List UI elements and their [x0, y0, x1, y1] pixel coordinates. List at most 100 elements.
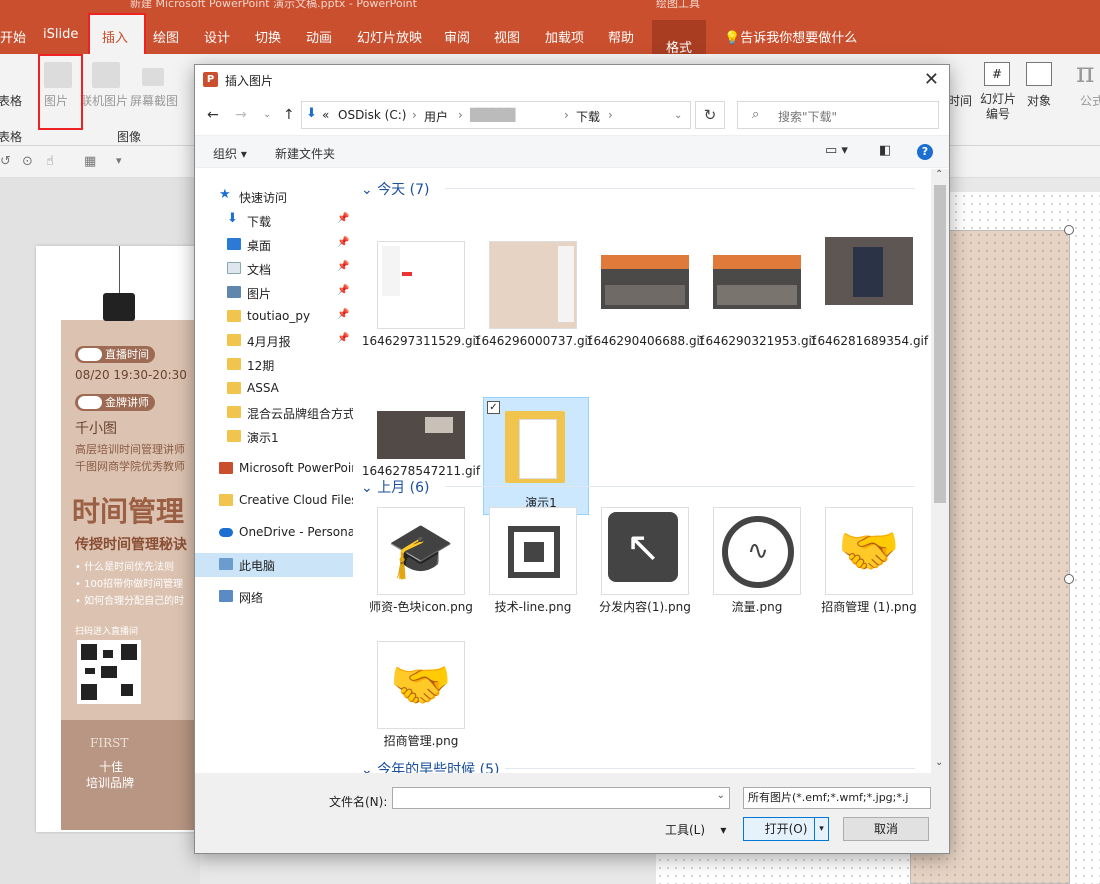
path-user-blurred[interactable]: ██████: [470, 108, 515, 122]
nav-network[interactable]: 网络: [195, 585, 353, 609]
creative-cloud-folder-icon: [219, 494, 233, 506]
file-name: 流量.png: [731, 600, 783, 614]
file-name: 分发内容(1).png: [599, 600, 691, 614]
tab-animations[interactable]: 动画: [306, 27, 332, 46]
new-folder-button[interactable]: 新建文件夹: [275, 145, 335, 162]
slide-number-label[interactable]: 幻灯片 编号: [980, 92, 1016, 122]
desktop-icon: [227, 238, 241, 250]
nav-item-pictures[interactable]: 图片 📌: [195, 281, 353, 305]
refresh-icon[interactable]: ↻: [695, 101, 725, 129]
file-thumbnail: [713, 255, 801, 309]
close-button[interactable]: ✕: [924, 69, 939, 90]
open-button[interactable]: 打开(O) ▾: [743, 817, 829, 841]
preview-icon[interactable]: ⊙: [22, 154, 33, 169]
file-thumbnail: [377, 241, 465, 329]
organize-button[interactable]: 组织 ▾: [213, 145, 247, 162]
folder-icon: [505, 411, 565, 483]
nav-creative-cloud[interactable]: Creative Cloud Files: [195, 489, 353, 513]
tab-help[interactable]: 帮助: [608, 27, 634, 46]
nav-item-hybrid-cloud[interactable]: 混合云品牌组合方式: [195, 401, 353, 425]
nav-label: Microsoft PowerPoint: [239, 461, 353, 475]
screenshot-label[interactable]: 屏幕截图: [130, 92, 178, 109]
object-label[interactable]: 对象: [1027, 92, 1051, 109]
preview-pane-icon[interactable]: ◧: [879, 143, 891, 158]
up-arrow-icon[interactable]: ↑: [283, 107, 295, 123]
datetime-label[interactable]: 时间: [948, 92, 972, 109]
lightbulb-icon: 💡: [724, 31, 741, 46]
touch-icon[interactable]: ☝: [46, 154, 54, 169]
speaker-name: 千小图: [75, 421, 117, 437]
nav-item-12[interactable]: 12期: [195, 353, 353, 377]
tab-draw[interactable]: 绘图: [153, 27, 179, 46]
tab-design[interactable]: 设计: [204, 27, 230, 46]
nav-quick-access[interactable]: ★ 快速访问: [195, 185, 353, 209]
forward-arrow-icon[interactable]: →: [235, 107, 247, 123]
tools-button[interactable]: 工具(L) ▾: [665, 821, 726, 838]
person-icon: [78, 396, 102, 409]
recent-dropdown-icon[interactable]: ⌄: [263, 109, 271, 120]
online-picture-label[interactable]: 联机图片: [80, 92, 128, 109]
nav-item-desktop[interactable]: 桌面 📌: [195, 233, 353, 257]
checkbox-icon[interactable]: ✓: [487, 401, 500, 414]
poster-bullet-2: • 100招带你做时间管理: [75, 579, 184, 590]
nav-item-demo1[interactable]: 演示1: [195, 425, 353, 449]
view-options-icon[interactable]: ▭ ▾: [825, 143, 848, 158]
file-type-select[interactable]: 所有图片(*.emf;*.wmf;*.jpg;*.j: [743, 787, 931, 809]
nav-onedrive[interactable]: OneDrive - Personal: [195, 521, 353, 545]
path-box[interactable]: ⬇ « OSDisk (C:) › 用户 › ██████ › 下载 › ⌄: [301, 101, 691, 129]
filename-input[interactable]: ⌄: [392, 787, 730, 809]
nav-item-assa[interactable]: ASSA: [195, 377, 353, 401]
cancel-button[interactable]: 取消: [843, 817, 929, 841]
customize-qat-icon[interactable]: ▾: [116, 154, 122, 167]
dialog-title-bar: P 插入图片 ✕: [195, 65, 949, 95]
path-users[interactable]: 用户: [424, 108, 448, 125]
tab-transitions[interactable]: 切换: [255, 27, 281, 46]
nav-item-documents[interactable]: 文档 📌: [195, 257, 353, 281]
tab-home[interactable]: 开始: [0, 27, 26, 46]
tab-islide[interactable]: iSlide: [43, 27, 78, 42]
group-header-today[interactable]: ⌄ 今天 (7): [361, 179, 429, 199]
pulse-icon: ∿: [713, 507, 801, 595]
pin-icon: 📌: [337, 285, 350, 296]
nav-label: 12期: [247, 359, 275, 373]
tab-insert[interactable]: 插入: [88, 13, 146, 56]
scroll-thumb[interactable]: [934, 185, 946, 503]
nav-label: 此电脑: [239, 559, 276, 573]
tab-view[interactable]: 视图: [494, 27, 520, 46]
nav-powerpoint[interactable]: Microsoft PowerPoint: [195, 457, 353, 481]
download-arrow-icon: ⬇: [227, 211, 238, 226]
group-header-last-month[interactable]: ⌄ 上月 (6): [361, 477, 429, 497]
context-tab-label: 绘图工具: [656, 0, 700, 10]
nav-item-downloads[interactable]: ⬇ 下载 📌: [195, 209, 353, 233]
star-icon: ★: [219, 187, 231, 202]
tab-slideshow[interactable]: 幻灯片放映: [357, 27, 422, 46]
chevron-down-icon[interactable]: ⌄: [717, 790, 725, 801]
scroll-up-icon[interactable]: ⌃: [935, 169, 943, 180]
tab-review[interactable]: 审阅: [444, 27, 470, 46]
group-header-earlier-this-year[interactable]: ⌄ 今年的早些时候 (5): [361, 759, 499, 773]
path-dropdown-icon[interactable]: ⌄: [674, 110, 682, 121]
back-arrow-icon[interactable]: ←: [207, 107, 219, 123]
file-name: 1646296000737.gif: [473, 334, 593, 348]
tell-me-box[interactable]: 💡告诉我你想要做什么: [724, 27, 857, 46]
search-input[interactable]: ⌕ 搜索"下载": [737, 101, 939, 129]
path-osdisk[interactable]: OSDisk (C:): [338, 108, 406, 122]
pictures-icon: [227, 286, 241, 298]
resize-handle-right[interactable]: [1064, 574, 1074, 584]
path-downloads[interactable]: 下载: [576, 108, 600, 125]
help-icon[interactable]: ?: [917, 144, 933, 160]
images-group-label: 图像: [117, 130, 142, 144]
table-button-label[interactable]: 表格: [0, 92, 22, 109]
nav-item-april-report[interactable]: 4月月报 📌: [195, 329, 353, 353]
folder-icon: [227, 430, 241, 442]
nav-this-pc[interactable]: 此电脑: [195, 553, 353, 577]
open-dropdown-icon[interactable]: ▾: [814, 818, 828, 840]
scroll-down-icon[interactable]: ⌄: [935, 757, 943, 768]
formula-label[interactable]: 公式: [1080, 92, 1100, 109]
scrollbar[interactable]: ⌃ ⌄: [931, 169, 949, 773]
resize-handle-top-right[interactable]: [1064, 225, 1074, 235]
tab-addins[interactable]: 加载项: [545, 27, 584, 46]
nav-item-toutiao[interactable]: toutiao_py 📌: [195, 305, 353, 329]
undo-icon[interactable]: ↺: [0, 154, 11, 169]
select-icon[interactable]: ▦: [84, 154, 96, 169]
